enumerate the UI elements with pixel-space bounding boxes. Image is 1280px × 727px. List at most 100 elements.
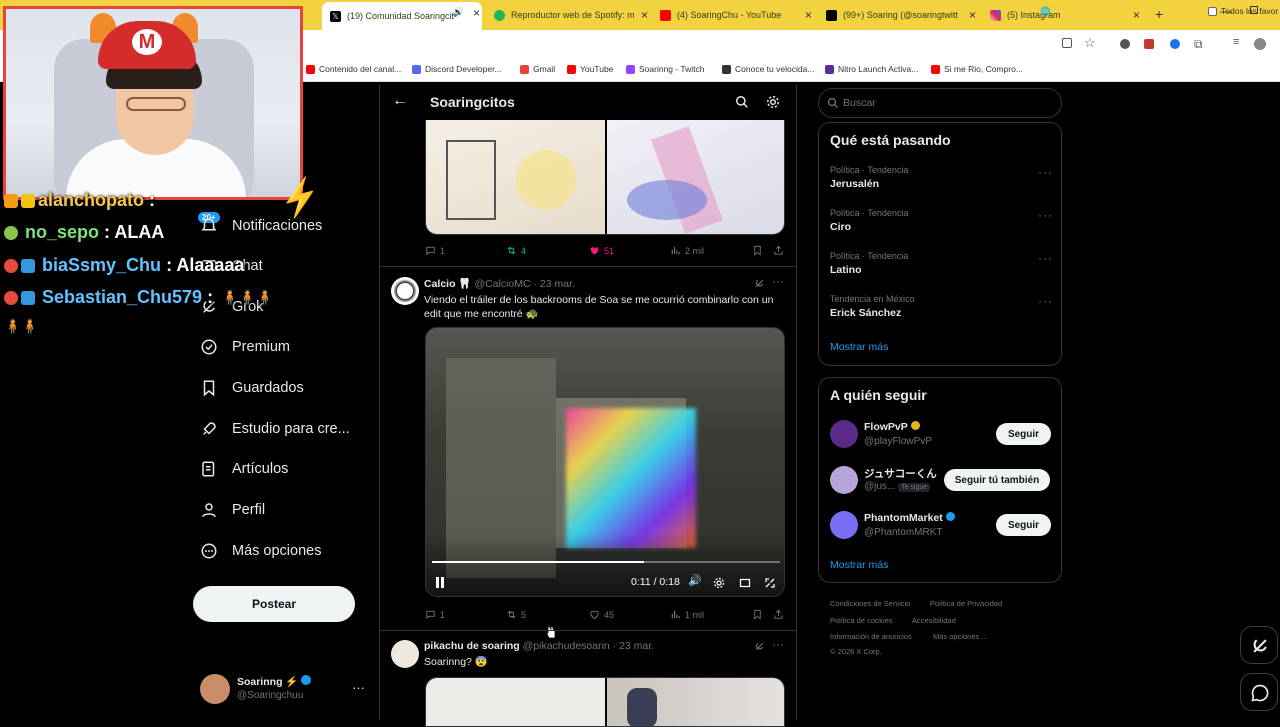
more-icon[interactable]: ··· [772,274,784,288]
views-action[interactable]: 1 mil [670,609,704,620]
show-more-link[interactable]: Mostrar más [830,341,888,353]
trend-more-icon[interactable]: ··· [1038,165,1053,179]
nav-notificaciones[interactable]: Notificaciones [200,217,322,235]
like-action[interactable]: 51 [589,245,614,256]
trend-name[interactable]: Ciro [830,221,851,233]
bookmark-item[interactable]: Discord Developer... [412,64,502,74]
grok-icon[interactable] [754,278,765,289]
suggestion-name[interactable]: PhantomMarket [864,512,955,524]
media-icon[interactable]: ≡ [1233,36,1239,48]
extension-icon[interactable] [1170,39,1180,49]
post-image[interactable] [425,120,785,235]
author-name[interactable]: Calcio 🦷 [424,278,472,290]
nav-mas-opciones[interactable]: Más opciones [200,542,321,560]
reply-action[interactable]: 1 [425,609,445,620]
account-menu-icon[interactable]: ··· [352,680,365,695]
grok-floating-button[interactable] [1240,626,1278,664]
footer-link[interactable]: Accesibilidad [912,616,956,625]
share-icon[interactable] [773,609,784,620]
speaker-icon[interactable]: 🔊 [453,7,464,18]
show-more-link[interactable]: Mostrar más [830,559,888,571]
follow-button[interactable]: Seguir [996,423,1051,445]
avatar[interactable] [200,674,230,704]
author-handle[interactable]: @CalcioMC · 23 mar. [474,278,575,290]
close-icon[interactable]: × [641,8,648,22]
more-icon[interactable]: ··· [772,637,784,651]
share-icon[interactable] [773,245,784,256]
avatar[interactable] [830,466,858,494]
bookmark-icon[interactable] [752,609,763,620]
close-icon[interactable]: × [1133,8,1140,22]
nav-guardados[interactable]: Guardados [200,379,304,397]
close-icon[interactable]: × [473,6,480,20]
like-action[interactable]: 45 [589,609,614,620]
bookmark-item[interactable]: Conoce tu velocida... [722,64,814,74]
follow-back-button[interactable]: Seguir tú también [944,469,1050,491]
close-icon[interactable]: × [969,8,976,22]
footer-link[interactable]: Condiciones de Servicio [830,599,910,608]
pause-icon[interactable] [436,577,439,588]
trend-more-icon[interactable]: ··· [1038,251,1053,265]
extension-icon[interactable] [1144,39,1154,49]
nav-perfil[interactable]: Perfil [200,501,265,519]
pip-icon[interactable] [739,577,751,589]
post-button[interactable]: Postear [193,586,355,622]
footer-link[interactable]: Información de anuncios [830,632,912,641]
messages-floating-button[interactable] [1240,673,1278,711]
bookmark-item[interactable]: Nitro Launch Activa... [825,64,918,74]
bookmarks-folder[interactable]: Todos los favor [1208,6,1278,16]
nav-articulos[interactable]: Artículos [200,460,288,478]
bookmark-item[interactable]: Si me Rio, Compro... [931,64,1023,74]
bookmark-item[interactable]: Soarinng - Twitch [626,64,705,74]
suggestion-name[interactable]: ジュサコーくん [864,466,937,481]
trend-more-icon[interactable]: ··· [1038,208,1053,222]
author-handle[interactable]: @pikachudesoarin · 23 mar. [523,640,654,652]
search-input[interactable]: Buscar [818,88,1062,118]
suggestion-name[interactable]: FlowPvP [864,421,920,433]
star-icon[interactable]: ☆ [1084,35,1096,51]
back-arrow-icon[interactable]: ← [392,92,408,110]
footer-link[interactable]: Política de cookies [830,616,893,625]
repost-action[interactable]: 4 [506,245,526,256]
fullscreen-icon[interactable] [764,577,776,589]
tab-twitter-profile[interactable]: (99+) Soaring (@soaringtwitt × [826,4,978,26]
new-tab-icon[interactable]: + [1155,6,1163,22]
bookmark-item[interactable]: Gmail [520,64,555,74]
video-progress-track[interactable] [432,561,780,563]
nav-estudio[interactable]: Estudio para cre... [200,420,350,438]
bookmark-item[interactable]: Contenido del canal... [306,64,401,74]
trend-more-icon[interactable]: ··· [1038,294,1053,308]
follow-button[interactable]: Seguir [996,514,1051,536]
grok-icon[interactable] [754,641,765,652]
trend-name[interactable]: Jerusalén [830,178,879,190]
trend-name[interactable]: Latino [830,264,862,276]
close-icon[interactable]: × [805,8,812,22]
gear-icon[interactable] [766,95,780,109]
extension-icon[interactable] [1120,39,1130,49]
tab-spotify[interactable]: Reproductor web de Spotify: m × [494,4,650,26]
globe-icon[interactable]: 🌐 [1040,6,1051,17]
tab-comunidad[interactable]: 𝕏 (19) Comunidad Soaringcit 🔊 × [322,2,482,30]
search-icon[interactable] [735,95,749,109]
trend-name[interactable]: Erick Sánchez [830,307,901,319]
bookmark-item[interactable]: YouTube [567,64,613,74]
repost-action[interactable]: 5 [506,609,526,620]
tab-youtube[interactable]: (4) SoaringChu - YouTube × [660,4,814,26]
tab-instagram[interactable]: (5) Instagram × [990,4,1142,26]
video-player[interactable]: 0:11 / 0:18 🔊 [425,327,785,597]
install-icon[interactable] [1062,38,1072,48]
avatar[interactable] [830,420,858,448]
profile-icon[interactable] [1254,38,1266,50]
puzzle-icon[interactable]: ⧉ [1194,37,1203,52]
avatar[interactable] [391,277,419,305]
avatar[interactable] [391,640,419,668]
avatar[interactable] [830,511,858,539]
views-action[interactable]: 2 mil [670,245,704,256]
bookmark-icon[interactable] [752,245,763,256]
volume-icon[interactable]: 🔊 [688,574,702,587]
author-name[interactable]: pikachu de soaring [424,640,520,652]
nav-premium[interactable]: Premium [200,338,290,356]
reply-action[interactable]: 1 [425,245,445,256]
footer-link[interactable]: Más opciones ... [933,632,988,641]
settings-icon[interactable] [713,577,725,589]
